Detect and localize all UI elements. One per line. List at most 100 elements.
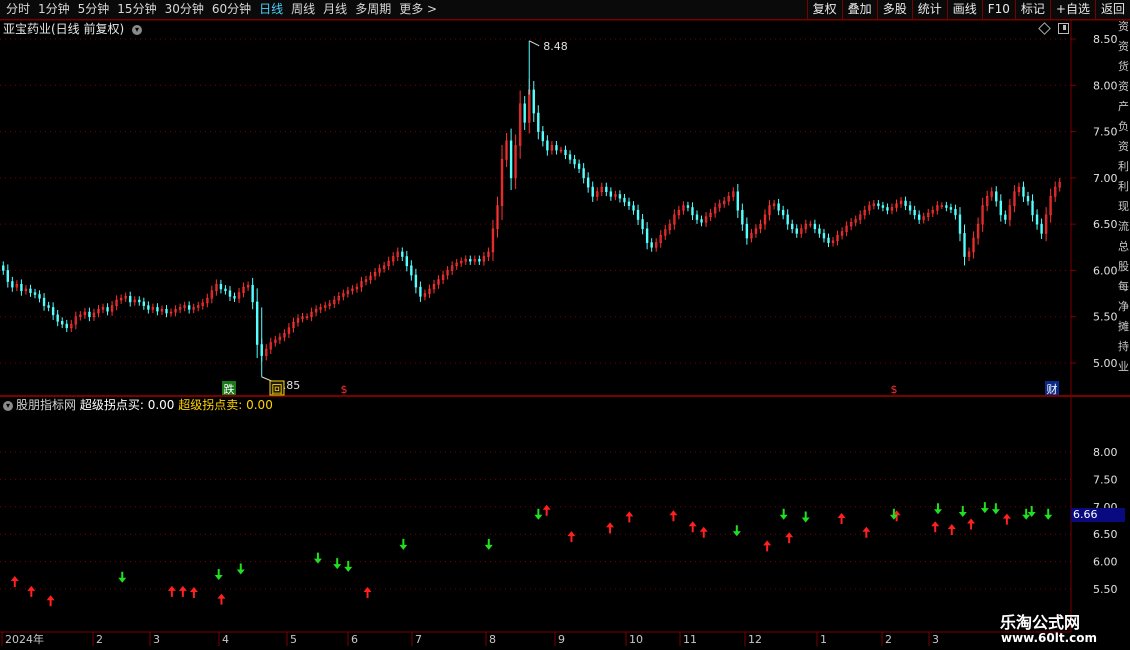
candle-body [378, 268, 381, 273]
sell-label: 超级拐点卖: 0.00 [178, 398, 273, 412]
high-price-label: 8.48 [543, 40, 568, 53]
candle-body [1026, 196, 1030, 202]
candle-body [423, 293, 427, 297]
current-value-badge: 6.66 [1071, 508, 1125, 522]
edge-char: 利 [1118, 180, 1129, 193]
candle-body [464, 259, 467, 262]
stock-title[interactable]: 亚宝药业(日线 前复权) [3, 22, 124, 36]
edge-char: 资 [1118, 20, 1129, 33]
toolbar-button-6[interactable]: 标记 [1014, 0, 1050, 19]
candle-body [323, 305, 327, 308]
indicator-title-area: ▾ 股朋指标网 超级拐点买: 0.00 超级拐点卖: 0.00 [3, 398, 273, 412]
candle-body [178, 307, 182, 310]
candle-body [242, 286, 245, 293]
candle-body [287, 327, 291, 334]
candle-body [972, 237, 975, 253]
candle-body [292, 321, 295, 329]
candle-body [1049, 196, 1052, 216]
event-marker-1: 回 [272, 383, 283, 396]
indicator-axis-label: 8.00 [1093, 446, 1118, 459]
candle-body [97, 309, 100, 314]
sell-arrow [958, 506, 967, 518]
candle-body [795, 228, 798, 234]
buy-arrow [178, 585, 187, 597]
candle-body [781, 209, 785, 216]
candle-body [718, 203, 721, 208]
tab-0[interactable]: 分时 [2, 0, 34, 19]
candle-body [305, 316, 309, 319]
candle-body [677, 209, 681, 216]
candle-body [237, 292, 241, 299]
toolbar-button-3[interactable]: 统计 [911, 0, 947, 19]
candle-body [763, 214, 767, 225]
candle-body [142, 301, 146, 306]
candle-body [695, 214, 699, 220]
candle-body [591, 186, 594, 197]
candle-body [351, 288, 354, 292]
candle-body [455, 262, 458, 267]
candle-body [546, 140, 549, 151]
candle-body [573, 159, 576, 165]
candle-body [605, 186, 608, 193]
tab-9[interactable]: 多周期 [351, 0, 395, 19]
candle-body [931, 209, 934, 214]
candle-body [523, 103, 526, 123]
candle-body [518, 103, 522, 146]
indicator-name[interactable]: 股朋指标网 [16, 398, 76, 412]
toolbar-button-0[interactable]: 复权 [806, 0, 842, 19]
tab-5[interactable]: 60分钟 [208, 0, 255, 19]
candle-body [11, 281, 14, 288]
toolbar-button-7[interactable]: +自选 [1049, 0, 1095, 19]
candle-body [387, 260, 390, 267]
toolbar-button-5[interactable]: F10 [981, 0, 1015, 19]
candle-body [908, 205, 912, 211]
candle-body [1017, 186, 1021, 193]
buy-arrow [967, 518, 976, 530]
toolbar-button-8[interactable]: 返回 [1094, 0, 1130, 19]
candle-body [700, 219, 703, 223]
candle-body [759, 223, 762, 230]
sell-arrow [1044, 508, 1053, 520]
window-toggle-icon[interactable] [1058, 23, 1069, 34]
price-axis-label: 8.50 [1093, 33, 1118, 46]
candle-body [183, 305, 186, 308]
chevron-down-icon[interactable]: ▾ [132, 24, 143, 35]
tab-1[interactable]: 1分钟 [34, 0, 74, 19]
candle-body [310, 311, 313, 318]
candle-body [360, 281, 363, 288]
candle-body [92, 312, 96, 318]
tab-8[interactable]: 月线 [319, 0, 351, 19]
tab-3[interactable]: 15分钟 [113, 0, 160, 19]
toolbar-button-1[interactable]: 叠加 [841, 0, 877, 19]
toolbar-button-2[interactable]: 多股 [876, 0, 912, 19]
sell-arrow [991, 503, 1000, 515]
candle-body [999, 200, 1002, 216]
candle-body [600, 186, 603, 193]
tab-6[interactable]: 日线 [255, 0, 287, 19]
price-axis-label: 7.50 [1093, 126, 1118, 139]
kline-chart[interactable]: 8.50 8.00 7.50 7.00 6.50 6.00 5.50 5.00 8.00 7.50… [0, 0, 1130, 650]
tab-4[interactable]: 30分钟 [161, 0, 208, 19]
candle-body [355, 286, 359, 290]
tab-7[interactable]: 周线 [287, 0, 319, 19]
candle-body [61, 321, 64, 325]
toolbar-button-4[interactable]: 画线 [946, 0, 982, 19]
candle-body [138, 299, 141, 303]
candle-body [15, 284, 19, 288]
indicator-axis-label: 7.50 [1093, 473, 1118, 486]
candle-body [596, 191, 599, 197]
sell-arrow [801, 511, 810, 523]
candle-body [954, 209, 957, 216]
f10-side-strip[interactable]: 资资货资产负资利利现流总股每净摊持业 [1118, 20, 1130, 396]
candle-body [337, 296, 340, 301]
candle-body [741, 209, 744, 225]
candle-body [809, 223, 812, 226]
tab-10[interactable]: 更多 > [395, 0, 441, 19]
candle-body [487, 251, 490, 257]
chevron-down-icon[interactable]: ▾ [3, 400, 13, 411]
candle-body [577, 163, 581, 169]
candle-body [124, 296, 127, 299]
tab-2[interactable]: 5分钟 [74, 0, 114, 19]
diamond-icon[interactable] [1038, 22, 1051, 35]
candle-body [174, 309, 177, 313]
